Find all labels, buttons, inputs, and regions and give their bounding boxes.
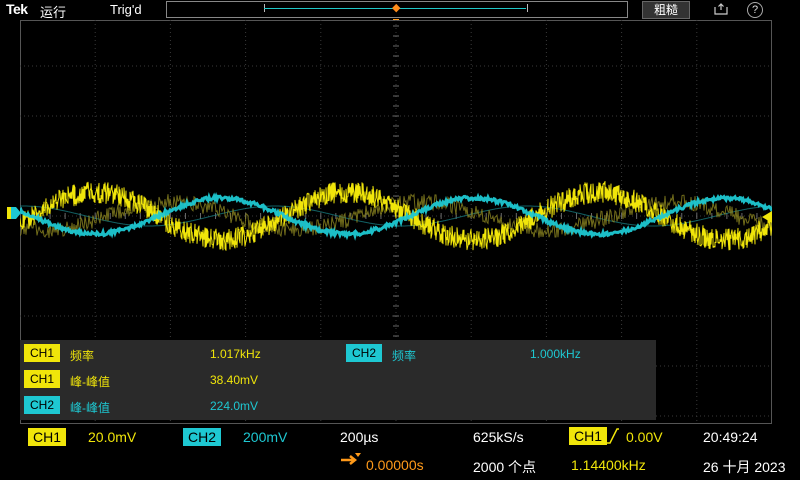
run-state[interactable]: 运行 bbox=[40, 2, 66, 21]
meas-ch1-pk2pk-tag[interactable]: CH1 bbox=[24, 370, 61, 388]
trigger-source-tag[interactable]: CH1 bbox=[569, 427, 608, 445]
timebase[interactable]: 200µs bbox=[340, 429, 378, 445]
ch1-scale[interactable]: 20.0mV bbox=[88, 429, 136, 445]
meas-ch2-pk2pk-label: 峰-峰值 bbox=[70, 401, 110, 415]
meas-ch2-freq-value: 1.000kHz bbox=[530, 347, 581, 361]
ch2-ground-marker[interactable] bbox=[10, 206, 22, 220]
trigger-frequency: 1.14400kHz bbox=[571, 457, 646, 473]
trigger-state: Trig'd bbox=[110, 2, 142, 17]
fine-button[interactable]: 粗糙 bbox=[642, 1, 690, 19]
ch2-scale-tag[interactable]: CH2 bbox=[183, 428, 222, 446]
brand-logo: Tek bbox=[6, 1, 28, 17]
trigger-position-icon: ◆ bbox=[392, 2, 401, 14]
meas-ch1-freq-tag[interactable]: CH1 bbox=[24, 344, 61, 362]
trigger-level-marker[interactable] bbox=[762, 211, 772, 223]
meas-ch1-pk2pk-value: 38.40mV bbox=[210, 373, 259, 387]
meas-ch1-freq-value: 1.017kHz bbox=[210, 347, 261, 361]
rising-edge-icon bbox=[607, 428, 619, 444]
help-icon[interactable]: ? bbox=[747, 2, 763, 18]
status-bar: CH1 20.0mV CH2 200mV 200µs 625kS/s CH1 0… bbox=[0, 424, 800, 480]
meas-ch2-pk2pk-value: 224.0mV bbox=[210, 399, 259, 413]
trigger-level[interactable]: 0.00V bbox=[626, 429, 663, 445]
ch2-scale[interactable]: 200mV bbox=[243, 429, 287, 445]
ch1-scale-tag[interactable]: CH1 bbox=[28, 428, 67, 446]
meas-ch2-pk2pk-tag[interactable]: CH2 bbox=[24, 396, 61, 414]
meas-ch1-freq-label: 频率 bbox=[70, 349, 95, 363]
save-icon[interactable] bbox=[714, 3, 728, 15]
top-bar: Tek 运行 Trig'd ◆ 粗糙 ? bbox=[0, 0, 800, 20]
measurement-panel: CH1 频率 1.017kHz CH2 频率 1.000kHz CH1 峰-峰值… bbox=[20, 340, 656, 420]
meas-ch1-pk2pk-label: 峰-峰值 bbox=[70, 375, 110, 389]
horizontal-position[interactable]: 0.00000s bbox=[366, 457, 424, 473]
record-length[interactable]: 2000 个点 bbox=[473, 457, 536, 477]
clock-time: 20:49:24 bbox=[703, 429, 758, 445]
meas-ch2-freq-label: 频率 bbox=[392, 349, 417, 363]
sample-rate: 625kS/s bbox=[473, 429, 524, 445]
horizontal-position-icon bbox=[341, 453, 361, 465]
meas-ch2-freq-tag[interactable]: CH2 bbox=[346, 344, 383, 362]
clock-date: 26 十月 2023 bbox=[703, 459, 786, 475]
